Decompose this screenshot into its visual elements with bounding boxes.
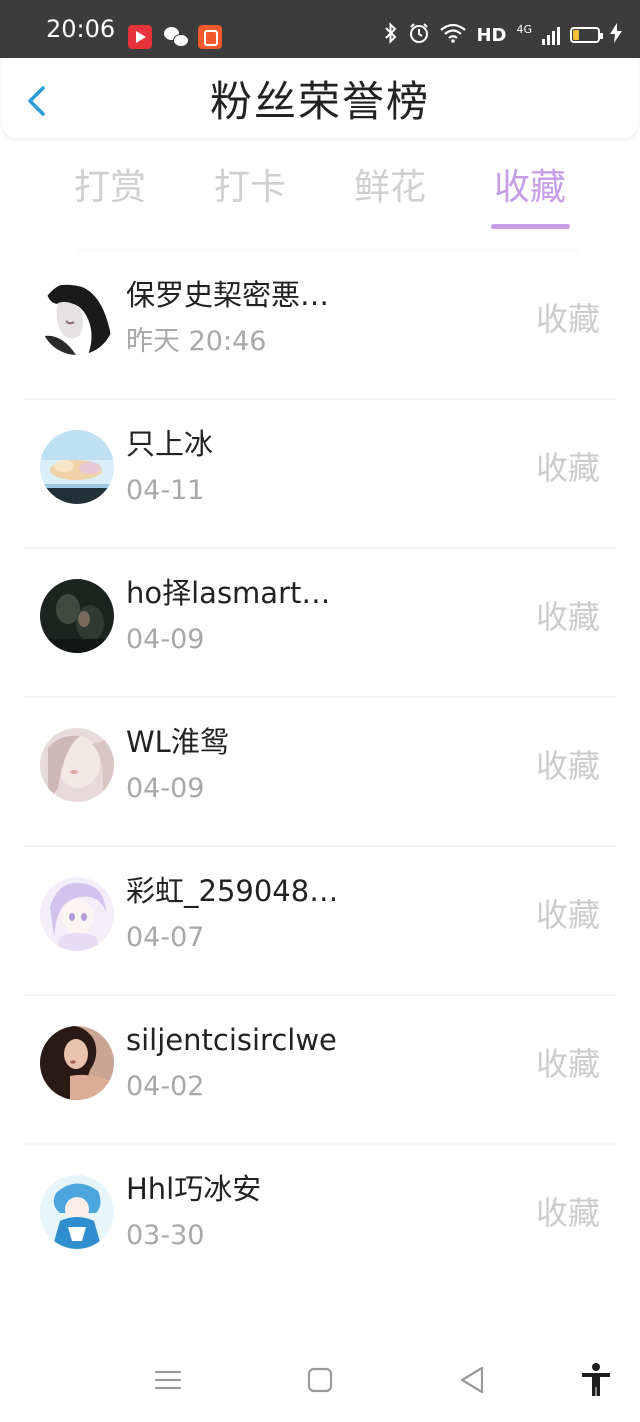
collect-label: 收藏 xyxy=(535,300,600,338)
date: 04-02 xyxy=(126,1071,205,1102)
status-bar: 20:06 HD 4G xyxy=(0,0,640,58)
tab-daka[interactable]: 打卡 xyxy=(190,166,310,210)
screen: 20:06 HD 4G 粉丝荣誉榜 打赏 打卡 鲜花 收藏 保罗史栔密悪… 昨天… xyxy=(0,0,640,1422)
alarm-icon xyxy=(408,22,430,49)
avatar xyxy=(40,728,114,802)
tab-xianhua[interactable]: 鲜花 xyxy=(330,166,450,210)
date: 03-30 xyxy=(126,1220,205,1251)
collect-label: 收藏 xyxy=(535,1045,600,1083)
avatar xyxy=(40,1026,114,1100)
active-tab-indicator xyxy=(491,224,570,229)
bluetooth-icon xyxy=(384,21,398,49)
list-item[interactable]: 彩虹_259048… 04-07 收藏 xyxy=(0,847,640,996)
date: 04-09 xyxy=(126,624,205,655)
back-icon xyxy=(460,1366,484,1394)
wifi-icon xyxy=(440,23,467,48)
header: 粉丝荣誉榜 xyxy=(2,58,638,138)
wechat-icon xyxy=(164,25,189,49)
signal-icon xyxy=(542,25,560,45)
username: Hhl巧冰安 xyxy=(126,1172,262,1206)
status-icons: HD 4G xyxy=(384,20,622,50)
collect-label: 收藏 xyxy=(535,598,600,636)
status-time: 20:06 xyxy=(46,15,116,43)
list-item[interactable]: 只上冰 04-11 收藏 xyxy=(0,400,640,549)
tab-dashang[interactable]: 打赏 xyxy=(50,166,170,210)
collect-label: 收藏 xyxy=(535,1194,600,1232)
tab-shoucang[interactable]: 收藏 xyxy=(470,166,590,210)
avatar xyxy=(40,281,114,355)
avatar xyxy=(40,1175,114,1249)
nav-back-button[interactable] xyxy=(452,1360,492,1400)
charging-icon xyxy=(610,22,622,48)
date: 04-07 xyxy=(126,922,205,953)
username: ho择lasmart… xyxy=(126,576,331,610)
username: 彩虹_259048… xyxy=(126,874,339,908)
date: 04-09 xyxy=(126,773,205,804)
list-item[interactable]: siljentcisirclwe 04-02 收藏 xyxy=(0,996,640,1145)
username: 保罗史栔密悪… xyxy=(126,278,330,312)
avatar xyxy=(40,430,114,504)
username: 只上冰 xyxy=(126,427,214,461)
list-item[interactable]: ho择lasmart… 04-09 收藏 xyxy=(0,549,640,698)
video-app-icon xyxy=(128,25,152,49)
network-label: 4G xyxy=(516,22,532,36)
list-item[interactable]: Hhl巧冰安 03-30 收藏 xyxy=(0,1145,640,1294)
home-button[interactable] xyxy=(300,1360,340,1400)
hd-label: HD xyxy=(476,24,507,46)
system-nav-bar xyxy=(0,1340,640,1422)
kuaishou-app-icon xyxy=(198,25,222,49)
menu-icon xyxy=(154,1370,182,1390)
home-icon xyxy=(307,1367,333,1393)
list-item[interactable]: WL淮鸳 04-09 收藏 xyxy=(0,698,640,847)
avatar xyxy=(40,877,114,951)
username: WL淮鸳 xyxy=(126,725,229,759)
collect-label: 收藏 xyxy=(535,896,600,934)
menu-button[interactable] xyxy=(148,1360,188,1400)
accessibility-button[interactable] xyxy=(576,1360,616,1400)
fan-list: 保罗史栔密悪… 昨天 20:46 收藏 只上冰 04-11 收藏 ho择lasm… xyxy=(0,251,640,1294)
date: 04-11 xyxy=(126,475,205,506)
accessibility-icon xyxy=(582,1363,610,1396)
username: siljentcisirclwe xyxy=(126,1023,337,1057)
list-item[interactable]: 保罗史栔密悪… 昨天 20:46 收藏 xyxy=(0,251,640,400)
date: 昨天 20:46 xyxy=(126,326,267,357)
collect-label: 收藏 xyxy=(535,747,600,785)
tab-bar: 打赏 打卡 鲜花 收藏 xyxy=(0,158,640,238)
page-title: 粉丝荣誉榜 xyxy=(209,77,430,126)
collect-label: 收藏 xyxy=(535,449,600,487)
avatar xyxy=(40,579,114,653)
battery-icon xyxy=(570,27,603,43)
